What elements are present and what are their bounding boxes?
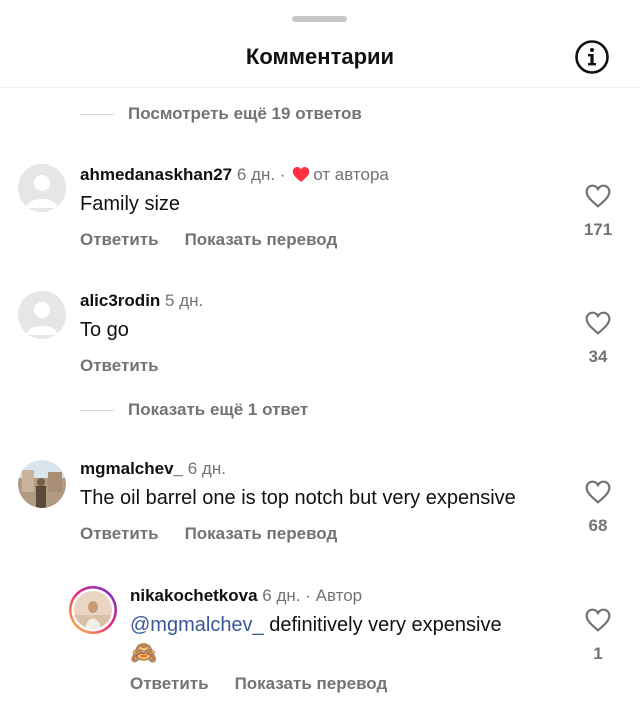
mention-link[interactable]: @mgmalchev_ — [130, 614, 264, 636]
username[interactable]: alic3rodin — [80, 291, 160, 310]
divider — [80, 113, 114, 115]
comment-time: 6 дн. — [187, 459, 226, 478]
heart-icon[interactable] — [577, 480, 619, 504]
info-icon[interactable] — [574, 39, 610, 75]
username[interactable]: ahmedanaskhan27 — [80, 165, 232, 184]
like-count: 68 — [588, 516, 608, 535]
comment-text: Family size — [80, 193, 181, 215]
comment-actions: Ответить Показать перевод — [80, 524, 337, 544]
sheet-grabber[interactable] — [292, 16, 347, 22]
comment-actions: Ответить Показать перевод — [80, 230, 337, 250]
comments-header: Комментарии — [0, 30, 640, 88]
avatar[interactable] — [18, 164, 66, 212]
liked-by-author-heart-icon — [292, 166, 310, 188]
like-control: 68 — [577, 480, 619, 536]
reply-button[interactable]: Ответить — [80, 524, 159, 544]
reply-text: definitively very expensive — [263, 614, 502, 636]
translate-button[interactable]: Показать перевод — [185, 524, 338, 544]
like-count: 1 — [593, 644, 603, 663]
like-control: 1 — [577, 608, 619, 664]
heart-icon[interactable] — [577, 184, 619, 208]
username[interactable]: nikakochetkova — [130, 586, 258, 605]
comment-text: The oil barrel one is top notch but very… — [80, 487, 516, 509]
translate-button[interactable]: Показать перевод — [185, 230, 338, 250]
comment-header: nikakochetkova 6 дн. · Автор — [130, 586, 362, 606]
avatar[interactable] — [18, 460, 66, 508]
avatar-with-story-ring[interactable] — [68, 585, 118, 635]
reply-item: nikakochetkova 6 дн. · Автор @mgmalchev_… — [0, 582, 640, 712]
divider — [80, 409, 114, 411]
view-more-replies-label: Посмотреть ещё 19 ответов — [128, 104, 362, 123]
reply-button[interactable]: Ответить — [80, 230, 159, 250]
view-more-replies[interactable]: Посмотреть ещё 19 ответов — [80, 102, 362, 126]
heart-icon[interactable] — [577, 311, 619, 335]
translate-button[interactable]: Показать перевод — [235, 674, 388, 694]
comment-item: mgmalchev_ 6 дн. The oil barrel one is t… — [0, 455, 640, 555]
like-control: 34 — [577, 311, 619, 367]
author-badge: от автора — [313, 165, 389, 184]
comment-actions: Ответить Показать перевод — [130, 674, 387, 694]
username[interactable]: mgmalchev_ — [80, 459, 183, 478]
reply-button[interactable]: Ответить — [80, 356, 159, 376]
comment-item: alic3rodin 5 дн. To go Ответить 34 — [0, 287, 640, 387]
comment-item: ahmedanaskhan27 6 дн. · от автора Family… — [0, 160, 640, 260]
comment-header: mgmalchev_ 6 дн. — [80, 459, 226, 479]
comment-time: 5 дн. — [165, 291, 204, 310]
comment-header: alic3rodin 5 дн. — [80, 291, 203, 311]
show-more-replies[interactable]: Показать ещё 1 ответ — [80, 398, 308, 422]
like-control: 171 — [577, 184, 619, 240]
emoji: 🙈 — [130, 640, 158, 665]
comment-text: To go — [80, 319, 129, 341]
page-title: Комментарии — [245, 44, 395, 69]
comment-header: ahmedanaskhan27 6 дн. · от автора — [80, 165, 389, 188]
comment-time: 6 дн. · — [236, 165, 286, 184]
avatar[interactable] — [18, 291, 66, 339]
show-more-replies-label: Показать ещё 1 ответ — [128, 400, 309, 419]
like-count: 34 — [588, 347, 608, 366]
heart-icon[interactable] — [577, 608, 619, 632]
comment-text: @mgmalchev_ definitively very expensive — [130, 614, 502, 637]
comment-actions: Ответить — [80, 356, 159, 376]
like-count: 171 — [583, 220, 613, 239]
reply-button[interactable]: Ответить — [130, 674, 209, 694]
comment-time: 6 дн. · Автор — [262, 586, 363, 605]
